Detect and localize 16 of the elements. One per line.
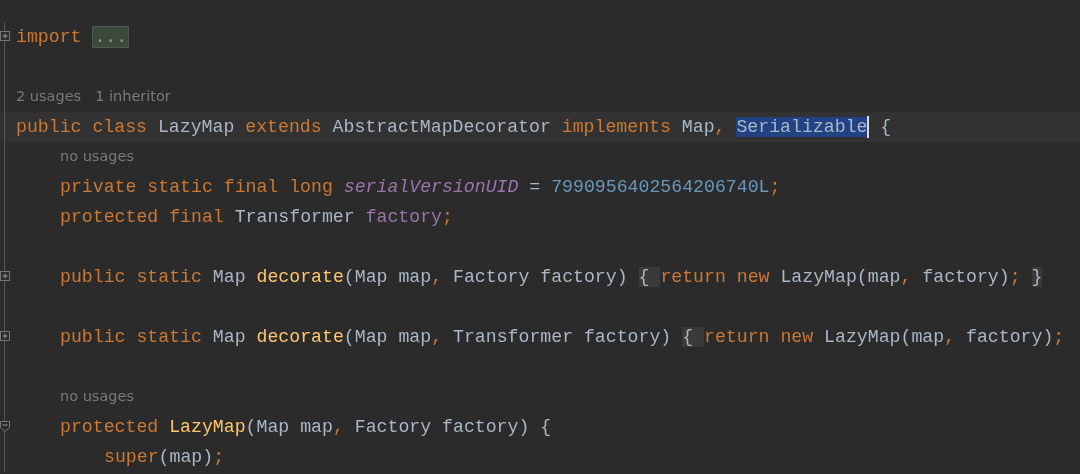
code-line: super(map);: [104, 446, 225, 469]
code-line: public static Map decorate(Map map, Transformer factory) { return new LazyMap(map, factory);: [60, 326, 1065, 349]
fold-plus-icon[interactable]: [0, 330, 10, 342]
fold-minus-icon[interactable]: [0, 420, 10, 432]
usage-hint-link[interactable]: 2 usages: [16, 86, 82, 108]
usage-hint-link[interactable]: no usages: [60, 146, 134, 168]
code-line: public class LazyMap extends AbstractMapDecorator implements Map, Serializable {: [16, 115, 892, 139]
code-line: protected final Transformer factory;: [60, 206, 453, 229]
code-line: import ...: [16, 25, 130, 49]
fold-plus-icon[interactable]: [0, 270, 10, 282]
usage-hint-link[interactable]: no usages: [60, 386, 134, 408]
code-line: private static final long serialVersionUID = 7990956402564206740L;: [60, 176, 781, 199]
fold-plus-icon[interactable]: [0, 30, 10, 42]
code-line: protected LazyMap(Map map, Factory factory) {: [60, 416, 552, 439]
usage-hint-link[interactable]: 1 inheritor: [95, 86, 171, 108]
code-line: public static Map decorate(Map map, Factory factory) { return new LazyMap(map, factory); }: [60, 266, 1043, 289]
